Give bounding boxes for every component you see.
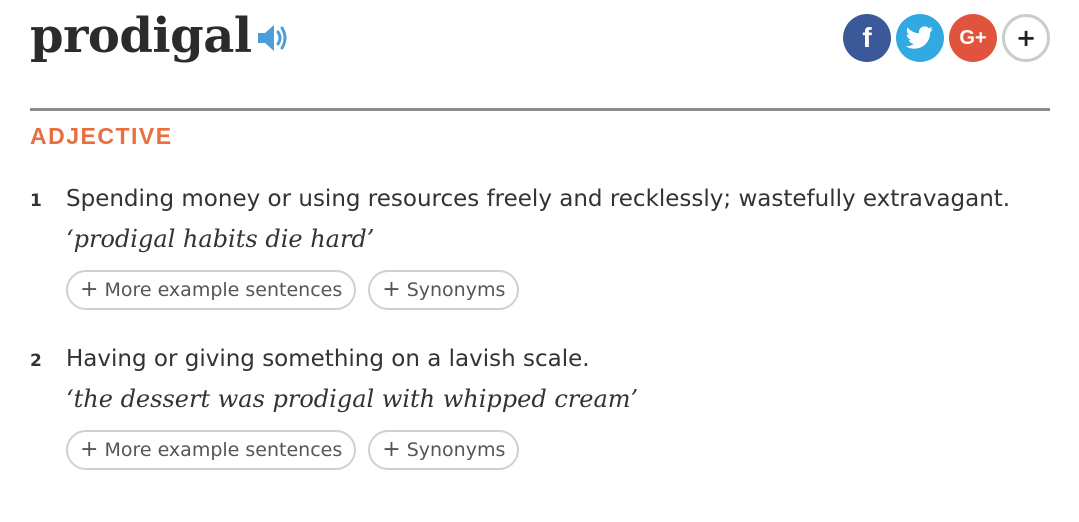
sense-actions: + More example sentences + Synonyms: [66, 430, 520, 470]
sense-definition: Having or giving something on a lavish s…: [66, 346, 590, 372]
sense-number: 1: [30, 191, 42, 211]
sense-actions: + More example sentences + Synonyms: [66, 270, 520, 310]
twitter-share-button[interactable]: [896, 14, 944, 62]
plus-icon: +: [382, 277, 401, 302]
sense-example: ‘prodigal habits die hard’: [66, 225, 375, 253]
google-plus-icon: G+: [959, 27, 987, 49]
more-share-button[interactable]: +: [1002, 14, 1050, 62]
plus-icon: +: [382, 437, 401, 462]
synonyms-button[interactable]: + Synonyms: [368, 430, 520, 470]
more-example-sentences-label: More example sentences: [104, 439, 343, 461]
share-buttons: f G+ +: [843, 14, 1050, 62]
synonyms-label: Synonyms: [406, 279, 506, 301]
headword: prodigal: [30, 8, 252, 64]
synonyms-label: Synonyms: [406, 439, 506, 461]
twitter-icon: [906, 26, 933, 49]
sense-number: 2: [30, 351, 42, 371]
plus-icon: +: [80, 437, 99, 462]
synonyms-button[interactable]: + Synonyms: [368, 270, 520, 310]
entry-header: prodigal f G+ +: [30, 0, 1050, 110]
more-example-sentences-label: More example sentences: [104, 279, 343, 301]
more-example-sentences-button[interactable]: + More example sentences: [66, 270, 357, 310]
more-example-sentences-button[interactable]: + More example sentences: [66, 430, 357, 470]
google-plus-share-button[interactable]: G+: [949, 14, 997, 62]
plus-icon: +: [1015, 24, 1037, 52]
sense-example: ‘the dessert was prodigal with whipped c…: [66, 385, 639, 413]
part-of-speech: ADJECTIVE: [30, 123, 173, 149]
facebook-share-button[interactable]: f: [843, 14, 891, 62]
plus-icon: +: [80, 277, 99, 302]
sense-definition: Spending money or using resources freely…: [66, 186, 1011, 212]
speaker-icon[interactable]: [256, 22, 292, 54]
facebook-icon: f: [862, 22, 872, 53]
header-divider: [30, 108, 1050, 111]
